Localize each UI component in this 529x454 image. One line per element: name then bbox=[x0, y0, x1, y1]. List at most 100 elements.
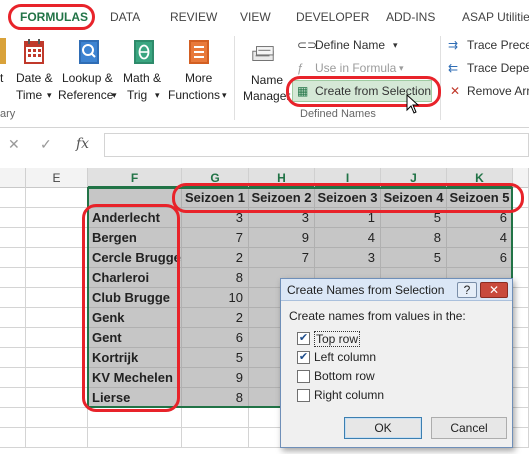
empty-cell[interactable] bbox=[513, 268, 529, 288]
value-cell[interactable]: 4 bbox=[315, 228, 381, 248]
corner-cell[interactable] bbox=[88, 188, 182, 208]
value-cell[interactable]: 6 bbox=[447, 248, 513, 268]
col-header-partial[interactable] bbox=[513, 168, 529, 188]
value-cell[interactable]: 2 bbox=[182, 308, 249, 328]
col-header-f[interactable]: F bbox=[88, 168, 182, 188]
column-header-cell[interactable]: Seizoen 4 bbox=[381, 188, 447, 208]
cancel-button[interactable]: Cancel bbox=[431, 417, 507, 439]
empty-cell[interactable] bbox=[0, 428, 26, 448]
value-cell[interactable]: 8 bbox=[381, 228, 447, 248]
help-button[interactable]: ? bbox=[457, 282, 477, 298]
empty-cell[interactable] bbox=[88, 408, 182, 428]
empty-cell[interactable] bbox=[513, 188, 529, 208]
value-cell[interactable]: 3 bbox=[315, 248, 381, 268]
empty-cell[interactable] bbox=[513, 408, 529, 428]
value-cell[interactable]: 2 bbox=[182, 248, 249, 268]
value-cell[interactable]: 6 bbox=[182, 328, 249, 348]
empty-cell[interactable] bbox=[513, 388, 529, 408]
tab-review[interactable]: REVIEW bbox=[170, 10, 217, 24]
row-label-cell[interactable]: Bergen bbox=[88, 228, 182, 248]
column-header-cell[interactable]: Seizoen 1 bbox=[182, 188, 249, 208]
empty-cell[interactable] bbox=[0, 348, 26, 368]
row-label-cell[interactable]: Kortrijk bbox=[88, 348, 182, 368]
row-label-cell[interactable]: Lierse bbox=[88, 388, 182, 408]
row-label-cell[interactable]: Cercle Brugge bbox=[88, 248, 182, 268]
empty-cell[interactable] bbox=[0, 208, 26, 228]
value-cell[interactable]: 5 bbox=[182, 348, 249, 368]
confirm-entry-icon[interactable]: ✓ bbox=[40, 136, 52, 153]
col-header-e[interactable]: E bbox=[26, 168, 88, 188]
left-column-checkbox[interactable]: ✔ bbox=[297, 351, 310, 364]
value-cell[interactable]: 3 bbox=[182, 208, 249, 228]
empty-cell[interactable] bbox=[88, 428, 182, 448]
close-button[interactable]: ✕ bbox=[480, 282, 508, 298]
row-label-cell[interactable]: KV Mechelen bbox=[88, 368, 182, 388]
empty-cell[interactable] bbox=[513, 368, 529, 388]
row-label-cell[interactable]: Charleroi bbox=[88, 268, 182, 288]
empty-cell[interactable] bbox=[0, 308, 26, 328]
empty-cell[interactable] bbox=[26, 408, 88, 428]
value-cell[interactable]: 4 bbox=[447, 228, 513, 248]
value-cell[interactable]: 3 bbox=[249, 208, 315, 228]
empty-cell[interactable] bbox=[26, 428, 88, 448]
value-cell[interactable]: 9 bbox=[182, 368, 249, 388]
value-cell[interactable]: 7 bbox=[249, 248, 315, 268]
cancel-entry-icon[interactable]: ✕ bbox=[8, 136, 20, 153]
empty-cell[interactable] bbox=[513, 288, 529, 308]
insert-function-icon[interactable]: fx bbox=[76, 136, 89, 152]
value-cell[interactable]: 7 bbox=[182, 228, 249, 248]
empty-cell[interactable] bbox=[0, 288, 26, 308]
empty-cell[interactable] bbox=[26, 188, 88, 208]
value-cell[interactable]: 5 bbox=[381, 248, 447, 268]
column-header-cell[interactable]: Seizoen 2 bbox=[249, 188, 315, 208]
ok-button[interactable]: OK bbox=[344, 417, 422, 439]
column-header-cell[interactable]: Seizoen 3 bbox=[315, 188, 381, 208]
top-row-checkbox[interactable]: ✔ bbox=[297, 332, 310, 345]
empty-cell[interactable] bbox=[513, 328, 529, 348]
col-header-j[interactable]: J bbox=[381, 168, 447, 188]
empty-cell[interactable] bbox=[0, 368, 26, 388]
empty-cell[interactable] bbox=[182, 428, 249, 448]
empty-cell[interactable] bbox=[0, 388, 26, 408]
col-header-g[interactable]: G bbox=[182, 168, 249, 188]
empty-cell[interactable] bbox=[513, 228, 529, 248]
tab-add-ins[interactable]: ADD-INS bbox=[386, 10, 435, 24]
empty-cell[interactable] bbox=[182, 408, 249, 428]
empty-cell[interactable] bbox=[26, 208, 88, 228]
empty-cell[interactable] bbox=[0, 408, 26, 428]
empty-cell[interactable] bbox=[0, 228, 26, 248]
value-cell[interactable]: 8 bbox=[182, 268, 249, 288]
col-header-h[interactable]: H bbox=[249, 168, 315, 188]
tab-developer[interactable]: DEVELOPER bbox=[296, 10, 369, 24]
row-label-cell[interactable]: Club Brugge bbox=[88, 288, 182, 308]
empty-cell[interactable] bbox=[0, 328, 26, 348]
value-cell[interactable]: 9 bbox=[249, 228, 315, 248]
value-cell[interactable]: 10 bbox=[182, 288, 249, 308]
empty-cell[interactable] bbox=[26, 328, 88, 348]
col-header-partial[interactable] bbox=[0, 168, 26, 188]
tab-asap-utilities[interactable]: ASAP Utilities bbox=[462, 10, 529, 24]
formula-input[interactable] bbox=[104, 133, 529, 157]
empty-cell[interactable] bbox=[26, 388, 88, 408]
row-label-cell[interactable]: Gent bbox=[88, 328, 182, 348]
empty-cell[interactable] bbox=[0, 188, 26, 208]
column-header-cell[interactable]: Seizoen 5 bbox=[447, 188, 513, 208]
empty-cell[interactable] bbox=[26, 228, 88, 248]
empty-cell[interactable] bbox=[26, 288, 88, 308]
empty-cell[interactable] bbox=[26, 268, 88, 288]
right-column-checkbox[interactable] bbox=[297, 389, 310, 402]
empty-cell[interactable] bbox=[26, 348, 88, 368]
empty-cell[interactable] bbox=[513, 428, 529, 448]
dialog-title-bar[interactable]: Create Names from Selection ? ✕ bbox=[281, 279, 512, 301]
value-cell[interactable]: 5 bbox=[381, 208, 447, 228]
empty-cell[interactable] bbox=[26, 248, 88, 268]
empty-cell[interactable] bbox=[26, 368, 88, 388]
empty-cell[interactable] bbox=[0, 248, 26, 268]
tab-formulas[interactable]: FORMULAS bbox=[20, 10, 88, 24]
row-label-cell[interactable]: Anderlecht bbox=[88, 208, 182, 228]
tab-data[interactable]: DATA bbox=[110, 10, 140, 24]
empty-cell[interactable] bbox=[513, 348, 529, 368]
empty-cell[interactable] bbox=[0, 268, 26, 288]
col-header-k[interactable]: K bbox=[447, 168, 513, 188]
empty-cell[interactable] bbox=[513, 208, 529, 228]
